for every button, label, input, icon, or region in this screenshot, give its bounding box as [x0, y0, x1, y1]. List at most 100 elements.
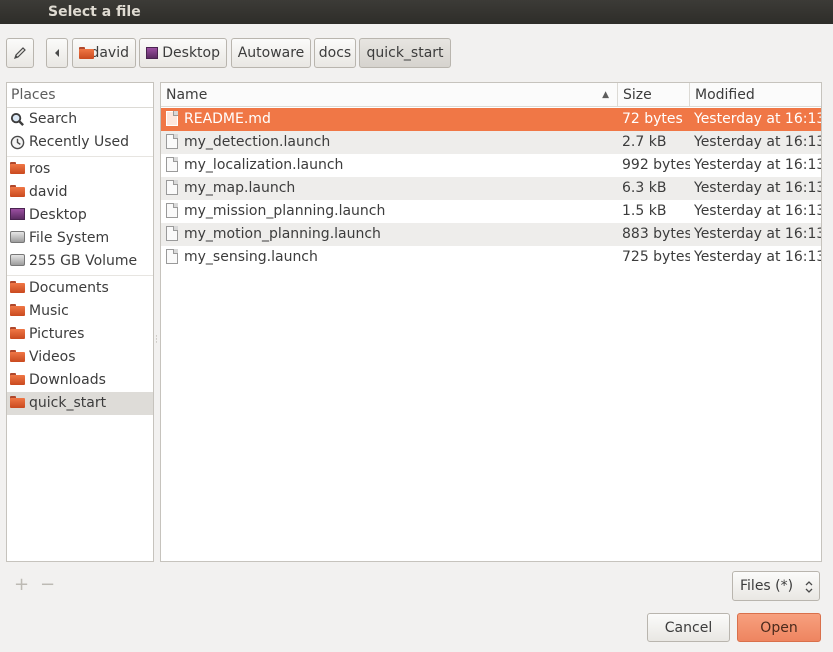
file-name: my_localization.launch	[184, 157, 344, 173]
places-sidebar: Places Search Recently Used ros david De…	[6, 82, 154, 562]
place-label: Documents	[29, 280, 109, 296]
place-255gb-volume[interactable]: 255 GB Volume	[7, 250, 153, 273]
file-row[interactable]: my_motion_planning.launch 883 bytes Yest…	[161, 223, 821, 246]
breadcrumb-label: docs	[318, 45, 352, 61]
file-name: my_map.launch	[184, 180, 296, 196]
window-title: Select a file	[48, 4, 141, 20]
place-label: Music	[29, 303, 69, 319]
place-label: File System	[29, 230, 110, 246]
place-label: Videos	[29, 349, 76, 365]
place-recently-used[interactable]: Recently Used	[7, 131, 153, 154]
file-filter-value: Files (*)	[740, 578, 794, 594]
file-row[interactable]: my_sensing.launch 725 bytes Yesterday at…	[161, 246, 821, 269]
place-music[interactable]: Music	[7, 300, 153, 323]
place-videos[interactable]: Videos	[7, 346, 153, 369]
breadcrumb-quick-start[interactable]: quick_start	[359, 38, 451, 68]
file-filter-select[interactable]: Files (*)	[732, 571, 820, 601]
file-size: 1.5 kB	[622, 203, 667, 219]
home-folder-icon	[10, 185, 25, 197]
breadcrumb-label: Desktop	[162, 45, 220, 61]
file-row[interactable]: my_map.launch 6.3 kB Yesterday at 16:13	[161, 177, 821, 200]
cancel-label: Cancel	[664, 619, 713, 636]
text-file-icon	[166, 203, 178, 218]
open-button[interactable]: Open	[737, 613, 821, 642]
edit-location-button[interactable]	[6, 38, 34, 68]
place-label: Search	[29, 111, 78, 127]
place-desktop[interactable]: Desktop	[7, 204, 153, 227]
breadcrumb-label: Autoware	[237, 45, 305, 61]
file-size: 725 bytes	[622, 249, 690, 265]
cancel-button[interactable]: Cancel	[647, 613, 730, 642]
pictures-folder-icon	[10, 327, 25, 339]
add-place-button[interactable]: +	[14, 574, 29, 595]
clock-icon	[10, 135, 25, 150]
file-size: 883 bytes	[622, 226, 690, 242]
column-size-label: Size	[623, 87, 652, 103]
file-modified: Yesterday at 16:13	[694, 111, 821, 127]
desktop-icon	[146, 47, 159, 59]
text-file-icon	[166, 180, 178, 195]
file-size: 2.7 kB	[622, 134, 667, 150]
place-label: ros	[29, 161, 51, 177]
place-quick-start[interactable]: quick_start	[7, 392, 153, 415]
place-label: david	[29, 184, 68, 200]
place-file-system[interactable]: File System	[7, 227, 153, 250]
place-pictures[interactable]: Pictures	[7, 323, 153, 346]
file-name: my_sensing.launch	[184, 249, 318, 265]
sort-ascending-icon: ▲	[602, 90, 609, 100]
column-header-name[interactable]: Name ▲	[161, 83, 618, 107]
place-david[interactable]: david	[7, 181, 153, 204]
file-row[interactable]: my_detection.launch 2.7 kB Yesterday at …	[161, 131, 821, 154]
column-header-size[interactable]: Size	[618, 83, 690, 107]
places-divider	[7, 275, 153, 276]
file-name: my_detection.launch	[184, 134, 331, 150]
place-label: Desktop	[29, 207, 87, 223]
breadcrumb-label: quick_start	[366, 45, 444, 61]
file-name: my_motion_planning.launch	[184, 226, 381, 242]
column-modified-label: Modified	[695, 87, 755, 103]
breadcrumb-docs[interactable]: docs	[314, 38, 356, 68]
text-file-icon	[166, 226, 178, 241]
place-label: Recently Used	[29, 134, 130, 150]
file-modified: Yesterday at 16:13	[694, 134, 821, 150]
place-documents[interactable]: Documents	[7, 277, 153, 300]
left-arrow-icon	[55, 49, 59, 57]
home-folder-icon	[79, 47, 96, 59]
documents-folder-icon	[10, 281, 25, 293]
folder-icon	[10, 396, 25, 408]
breadcrumb-david[interactable]: david	[72, 38, 136, 68]
text-file-icon	[166, 111, 178, 126]
places-divider	[7, 156, 153, 157]
desktop-icon	[10, 208, 25, 220]
pane-resize-handle[interactable]: · · ·	[155, 333, 158, 348]
place-downloads[interactable]: Downloads	[7, 369, 153, 392]
place-label: Pictures	[29, 326, 85, 342]
places-header: Places	[7, 83, 153, 108]
back-button[interactable]	[46, 38, 68, 68]
file-size: 6.3 kB	[622, 180, 667, 196]
place-ros[interactable]: ros	[7, 158, 153, 181]
drive-icon	[10, 254, 25, 266]
file-size: 992 bytes	[622, 157, 690, 173]
folder-icon	[10, 162, 25, 174]
place-label: quick_start	[29, 395, 107, 411]
text-file-icon	[166, 249, 178, 264]
file-name: README.md	[184, 111, 271, 127]
title-bar: Select a file	[0, 0, 833, 24]
breadcrumb-desktop[interactable]: Desktop	[139, 38, 227, 68]
file-name: my_mission_planning.launch	[184, 203, 386, 219]
remove-place-button[interactable]: −	[40, 574, 55, 595]
place-search[interactable]: Search	[7, 108, 153, 131]
breadcrumb-autoware[interactable]: Autoware	[231, 38, 311, 68]
column-header-modified[interactable]: Modified	[690, 83, 821, 107]
file-row[interactable]: my_localization.launch 992 bytes Yesterd…	[161, 154, 821, 177]
file-size: 72 bytes	[622, 111, 683, 127]
music-folder-icon	[10, 304, 25, 316]
place-label: Downloads	[29, 372, 106, 388]
file-modified: Yesterday at 16:13	[694, 180, 821, 196]
file-modified: Yesterday at 16:13	[694, 226, 821, 242]
drive-icon	[10, 231, 25, 243]
file-row[interactable]: README.md 72 bytes Yesterday at 16:13	[161, 108, 821, 131]
text-file-icon	[166, 157, 178, 172]
file-row[interactable]: my_mission_planning.launch 1.5 kB Yester…	[161, 200, 821, 223]
